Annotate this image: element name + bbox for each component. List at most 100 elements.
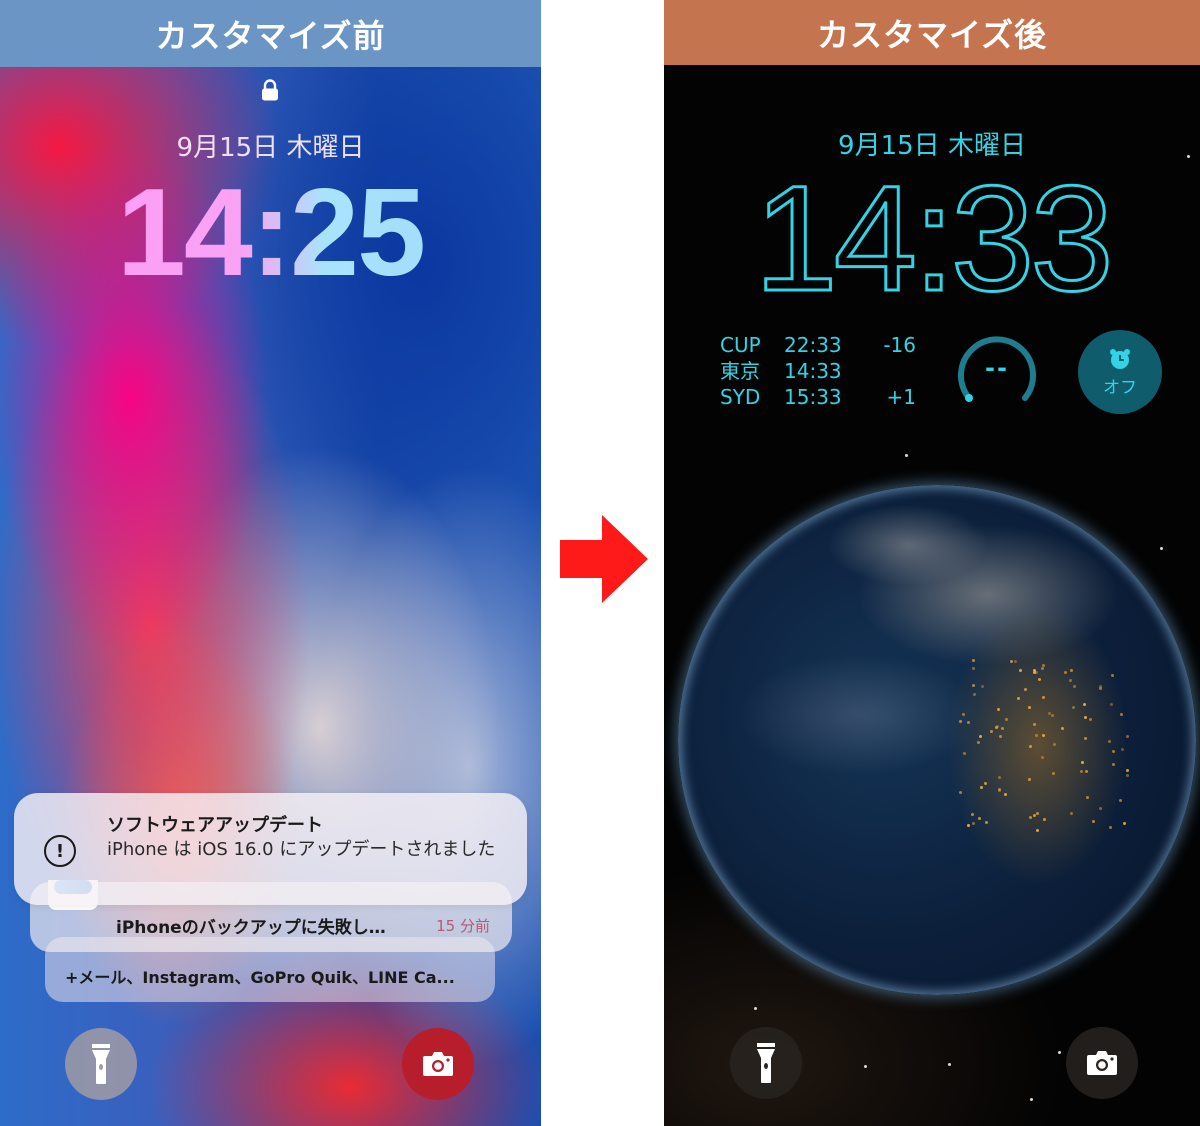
time-difference: -16 <box>883 333 916 357</box>
camera-icon <box>423 1052 453 1076</box>
city-light <box>1024 688 1028 692</box>
star <box>948 1063 951 1066</box>
notification-software-update[interactable]: ! ソフトウェアアップデート iPhone は iOS 16.0 にアップデート… <box>14 793 527 905</box>
city-light <box>1069 668 1073 672</box>
city-light <box>979 786 983 790</box>
time-difference: +1 <box>886 385 916 409</box>
city-light <box>1032 722 1036 726</box>
city-light <box>984 782 988 786</box>
city-light <box>1126 773 1130 777</box>
before-panel: カスタマイズ前 9月15日 木曜日 14:25 +メール、Instagram、G… <box>0 0 541 1126</box>
city-light <box>972 692 976 696</box>
camera-icon <box>1087 1051 1117 1075</box>
camera-button[interactable] <box>1066 1027 1138 1099</box>
world-clock-row: 東京 14:33 <box>720 358 916 384</box>
city-light <box>966 824 970 828</box>
star <box>1030 1098 1033 1101</box>
city-light <box>1111 673 1115 677</box>
city-light <box>997 708 1001 712</box>
city-light <box>1085 770 1089 774</box>
city-light <box>1068 679 1072 683</box>
city-light <box>1099 687 1103 691</box>
star <box>864 1065 867 1068</box>
city-light <box>971 821 975 825</box>
city-light <box>1041 755 1045 759</box>
city-light <box>971 658 975 662</box>
clock-time: 14:25 <box>0 162 541 304</box>
date-label: 9月15日 木曜日 <box>176 133 365 163</box>
city-light <box>1122 821 1126 825</box>
star <box>754 1007 757 1010</box>
world-clock-row: SYD 15:33 +1 <box>720 384 916 410</box>
city-time: 15:33 <box>784 385 842 409</box>
city-light <box>978 816 982 820</box>
city-light <box>1081 760 1085 764</box>
flashlight-button[interactable] <box>730 1027 802 1099</box>
city-light <box>1091 819 1095 823</box>
city-light <box>966 721 970 725</box>
city-light <box>1120 713 1124 717</box>
city-light <box>1079 770 1083 774</box>
city-time: 14:33 <box>784 359 842 383</box>
city-light <box>1000 727 1004 731</box>
city-light <box>959 719 963 723</box>
star <box>1160 547 1163 550</box>
after-lock-screen: 9月15日 木曜日 14:33 CUP 22:33 -16 東京 14:33 S… <box>664 65 1200 1126</box>
city-light <box>1047 711 1051 715</box>
city-light <box>990 730 994 734</box>
city-light <box>972 684 976 688</box>
before-header: カスタマイズ前 <box>0 0 541 67</box>
city-light <box>971 813 975 817</box>
camera-button[interactable] <box>402 1028 474 1100</box>
flashlight-button[interactable] <box>65 1028 137 1100</box>
city-light <box>1125 735 1129 739</box>
city-light <box>1028 744 1032 748</box>
city-light <box>1108 825 1112 829</box>
city-light <box>1060 727 1064 731</box>
star <box>905 454 908 457</box>
date-label: 9月15日 木曜日 <box>838 131 1026 161</box>
right-arrow-icon <box>560 515 648 603</box>
city-light <box>1110 702 1114 706</box>
city-name: 東京 <box>720 359 760 383</box>
city-lights <box>678 485 1196 995</box>
city-light <box>1041 666 1044 670</box>
city-light <box>962 713 966 717</box>
city-light <box>985 820 989 824</box>
gauge-widget[interactable]: -- <box>954 328 1040 414</box>
city-light <box>1037 677 1041 681</box>
city-light <box>976 741 980 745</box>
earth-wallpaper <box>678 485 1196 995</box>
city-light <box>997 788 1001 792</box>
notification-backup-text: iPhoneのバックアップに失敗し… <box>116 918 386 938</box>
gauge-value: -- <box>985 354 1009 382</box>
alarm-status: オフ <box>1103 377 1137 398</box>
city-light <box>1053 742 1057 746</box>
flashlight-icon <box>757 1043 775 1083</box>
city-light <box>1112 762 1116 766</box>
city-light <box>1009 660 1013 664</box>
city-light <box>1016 696 1020 700</box>
city-light <box>1089 718 1093 722</box>
city-light <box>1083 715 1087 719</box>
flashlight-icon <box>92 1044 110 1084</box>
star <box>1058 1051 1061 1054</box>
city-light <box>1028 777 1032 781</box>
city-light <box>1070 811 1074 815</box>
before-lock-screen: 9月15日 木曜日 14:25 +メール、Instagram、GoPro Qui… <box>0 67 541 1126</box>
city-light <box>995 725 999 729</box>
city-light <box>1108 739 1112 743</box>
city-light <box>972 667 976 671</box>
city-light <box>1085 795 1089 799</box>
city-light <box>1118 799 1122 803</box>
city-light <box>959 791 963 795</box>
city-light <box>1042 733 1046 737</box>
city-light <box>1035 829 1039 833</box>
city-light <box>981 684 985 688</box>
after-panel: カスタマイズ後 9月15日 木曜日 14:33 CUP 22:33 -16 東京… <box>664 0 1200 1126</box>
world-clock-widget[interactable]: CUP 22:33 -16 東京 14:33 SYD 15:33 +1 <box>720 332 916 410</box>
alarm-widget[interactable]: オフ <box>1078 330 1162 414</box>
svg-text:14:33: 14:33 <box>754 170 1109 310</box>
clock-time: 14:33 <box>753 170 1115 310</box>
world-clock-row: CUP 22:33 -16 <box>720 332 916 358</box>
